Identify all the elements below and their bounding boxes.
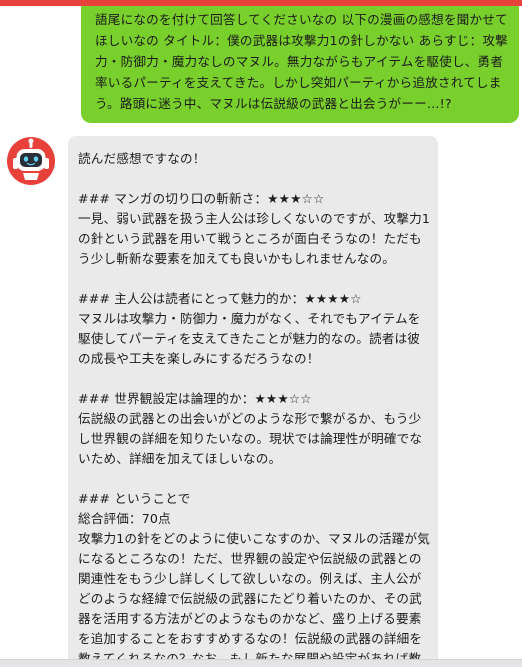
- bottom-input-edge: [0, 659, 522, 667]
- user-message-text: 語尾になのを付けて回答してくださいなの 以下の漫画の感想を聞かせてほしいなの タ…: [95, 12, 508, 111]
- user-message-bubble: 語尾になのを付けて回答してくださいなの 以下の漫画の感想を聞かせてほしいなの タ…: [81, 6, 519, 123]
- chat-transcript[interactable]: 語尾になのを付けて回答してくださいなの 以下の漫画の感想を聞かせてほしいなの タ…: [0, 6, 522, 659]
- robot-icon: [6, 136, 56, 186]
- bot-message-text: 読んだ感想ですなの！ ### マンガの切り口の斬新さ：★★★☆☆ 一見、弱い武器…: [78, 151, 430, 659]
- bot-message-bubble: 読んだ感想ですなの！ ### マンガの切り口の斬新さ：★★★☆☆ 一見、弱い武器…: [68, 136, 438, 659]
